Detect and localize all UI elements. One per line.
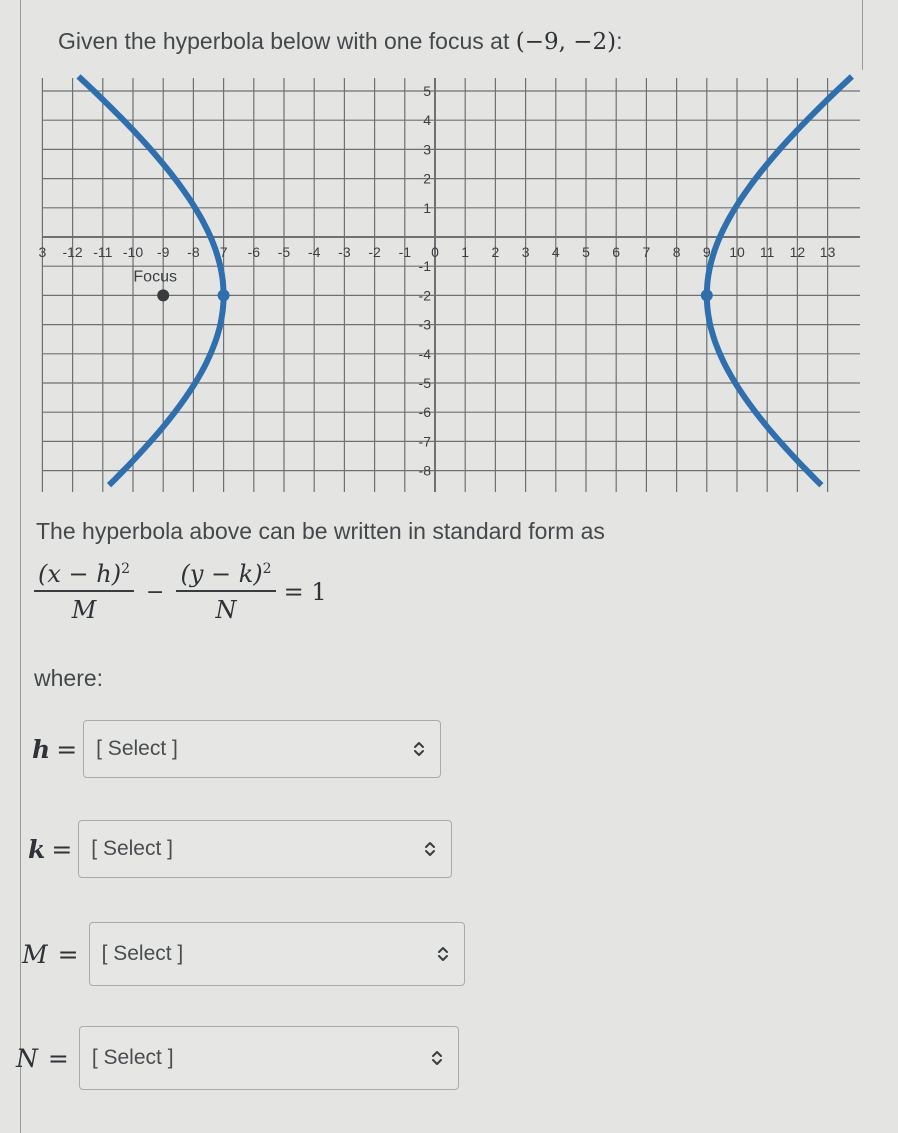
vertex-point <box>217 289 230 302</box>
h-row: h = [ Select ] <box>32 720 442 778</box>
n-variable: N <box>16 1043 38 1073</box>
y-term-numerator: (y − k)2 <box>176 560 275 590</box>
y-term-fraction: (y − k)2 N <box>176 560 276 624</box>
m-select-placeholder: [ Select ] <box>101 942 184 965</box>
y-tick-label: -6 <box>419 404 432 420</box>
m-row: M = [ Select ] <box>22 922 465 986</box>
x-tick-label: -3 <box>338 244 351 260</box>
y-tick-label: 4 <box>423 112 431 128</box>
x-tick-label: 6 <box>612 244 620 260</box>
y-tick-label: 1 <box>423 200 431 216</box>
x-term-denominator: M <box>71 596 97 624</box>
x-tick-label: 12 <box>790 244 806 260</box>
focus-label: Focus <box>133 268 177 285</box>
y-tick-label: -8 <box>419 463 432 479</box>
focus-point <box>157 289 170 302</box>
y-tick-label: -4 <box>419 346 432 362</box>
chevron-up-down-icon <box>414 742 425 756</box>
x-tick-label: -6 <box>248 244 261 260</box>
x-tick-label: 5 <box>582 244 590 260</box>
x-tick-label: 7 <box>643 244 651 260</box>
x-tick-label: 2 <box>492 244 500 260</box>
question-prefix: Given the hyperbola below with one focus… <box>58 28 516 54</box>
m-variable: M <box>22 939 48 969</box>
h-select-placeholder: [ Select ] <box>96 737 178 760</box>
h-equals: = <box>56 734 78 764</box>
k-select[interactable]: [ Select ] <box>78 820 453 878</box>
x-tick-label: -12 <box>62 244 82 260</box>
y-term-base: (y − k) <box>180 560 263 588</box>
x-tick-label: 11 <box>760 244 775 260</box>
k-select-placeholder: [ Select ] <box>91 837 173 860</box>
h-select[interactable]: [ Select ] <box>83 720 442 778</box>
x-tick-label: 3 <box>522 244 530 260</box>
x-term-fraction: (x − h)2 M <box>34 560 135 624</box>
m-select[interactable]: [ Select ] <box>88 922 465 986</box>
y-tick-label: 3 <box>423 141 431 157</box>
right-branch-curve <box>703 74 854 488</box>
x-tick-label: 3 <box>39 244 47 260</box>
y-tick-label: -1 <box>419 258 432 274</box>
n-select-placeholder: [ Select ] <box>91 1046 174 1069</box>
chevron-up-down-icon <box>437 947 448 961</box>
x-tick-label: -4 <box>308 244 321 260</box>
chevron-up-down-icon <box>425 842 436 856</box>
hyperbola-graph: 3 -12 -11 -10 -9 -8 7 -6 -5 -4 -3 -2 -1 0 1 2 3 4 5 6 7 8 9 10 1… <box>39 74 860 492</box>
y-tick-label: -3 <box>419 317 432 333</box>
x-tick-label: -10 <box>123 244 143 260</box>
y-tick-label: 2 <box>423 171 431 187</box>
minus-sign: − <box>146 579 165 605</box>
m-equals: = <box>57 939 79 969</box>
focus-coordinates: (−9, −2) <box>515 29 617 55</box>
x-tick-label: -8 <box>187 244 200 260</box>
x-tick-label: 10 <box>729 244 745 260</box>
y-tick-label: -5 <box>419 375 432 391</box>
x-term-numerator: (x − h)2 <box>34 560 134 590</box>
x-tick-label: 4 <box>552 244 560 260</box>
x-tick-label: -2 <box>368 244 381 260</box>
equals-one: = 1 <box>283 578 327 606</box>
y-tick-label: -2 <box>419 287 432 303</box>
y-tick-label: 5 <box>423 83 431 99</box>
standard-form-statement: The hyperbola above can be written in st… <box>36 518 605 544</box>
x-tick-label: -5 <box>278 244 291 260</box>
question-suffix: : <box>616 28 623 54</box>
x-tick-label: -11 <box>93 244 112 260</box>
y-term-denominator: N <box>215 596 237 624</box>
k-equals: = <box>51 834 73 864</box>
x-term-exponent: 2 <box>121 561 131 577</box>
x-tick-label: -9 <box>157 244 170 260</box>
vertex-point <box>700 289 713 302</box>
standard-form-formula: (x − h)2 M − (y − k)2 N = 1 <box>34 560 327 624</box>
question-text: Given the hyperbola below with one focus… <box>58 28 623 55</box>
x-tick-label: 13 <box>820 244 836 260</box>
where-label: where: <box>34 665 104 691</box>
x-tick-label: -1 <box>399 244 412 260</box>
h-variable: h <box>32 734 51 764</box>
k-row: k = [ Select ] <box>28 820 453 878</box>
y-term-exponent: 2 <box>262 561 272 577</box>
n-select[interactable]: [ Select ] <box>78 1026 459 1090</box>
n-row: N = [ Select ] <box>16 1026 459 1090</box>
k-variable: k <box>28 834 46 864</box>
x-tick-label: 0 <box>431 244 439 260</box>
x-term-base: (x − h) <box>38 560 122 588</box>
y-tick-label: -7 <box>419 433 432 449</box>
n-equals: = <box>47 1043 69 1073</box>
chevron-up-down-icon <box>431 1051 442 1065</box>
y-tick-labels: 5 4 3 2 1 -1 -2 -3 -4 -5 -6 -7 -8 <box>419 83 432 479</box>
x-tick-label: 1 <box>461 244 469 260</box>
x-tick-label: 8 <box>673 244 681 260</box>
